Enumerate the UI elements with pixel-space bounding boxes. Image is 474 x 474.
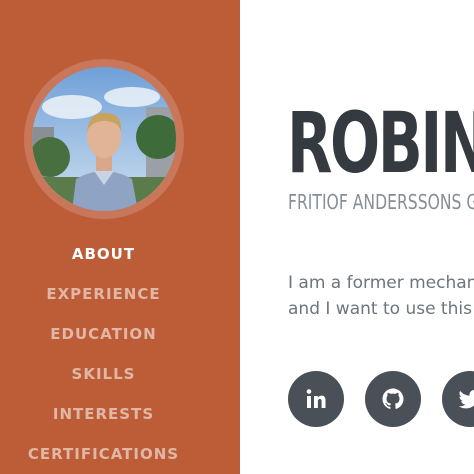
linkedin-link[interactable] xyxy=(288,371,344,427)
page-title-name: ROBIN xyxy=(287,94,474,192)
nav-item-about[interactable]: ABOUT xyxy=(0,234,207,274)
intro-paragraph: I am a former mechan and I want to use t… xyxy=(288,270,474,322)
address-subheading: FRITIOF ANDERSSONS GATA xyxy=(288,190,474,214)
nav-item-education[interactable]: EDUCATION xyxy=(0,314,207,354)
nav-item-skills[interactable]: SKILLS xyxy=(0,354,207,394)
main-content: ROBIN FRITIOF ANDERSSONS GATA I am a for… xyxy=(240,0,474,474)
nav-item-certifications[interactable]: CERTIFICATIONS xyxy=(0,434,207,474)
profile-photo-ring xyxy=(24,59,184,219)
social-links xyxy=(288,371,474,427)
linkedin-icon xyxy=(306,389,326,408)
github-link[interactable] xyxy=(365,371,422,427)
nav-item-experience[interactable]: EXPERIENCE xyxy=(0,274,207,314)
intro-line: I am a former mechan xyxy=(288,273,474,293)
twitter-icon xyxy=(458,390,474,409)
sidebar-nav: ABOUT EXPERIENCE EDUCATION SKILLS INTERE… xyxy=(0,234,207,474)
profile-photo xyxy=(32,67,176,211)
github-icon xyxy=(382,388,404,409)
intro-line: and I want to use this xyxy=(288,299,472,319)
nav-item-interests[interactable]: INTERESTS xyxy=(0,394,207,434)
twitter-link[interactable] xyxy=(442,371,474,427)
sidebar: ABOUT EXPERIENCE EDUCATION SKILLS INTERE… xyxy=(0,0,240,474)
